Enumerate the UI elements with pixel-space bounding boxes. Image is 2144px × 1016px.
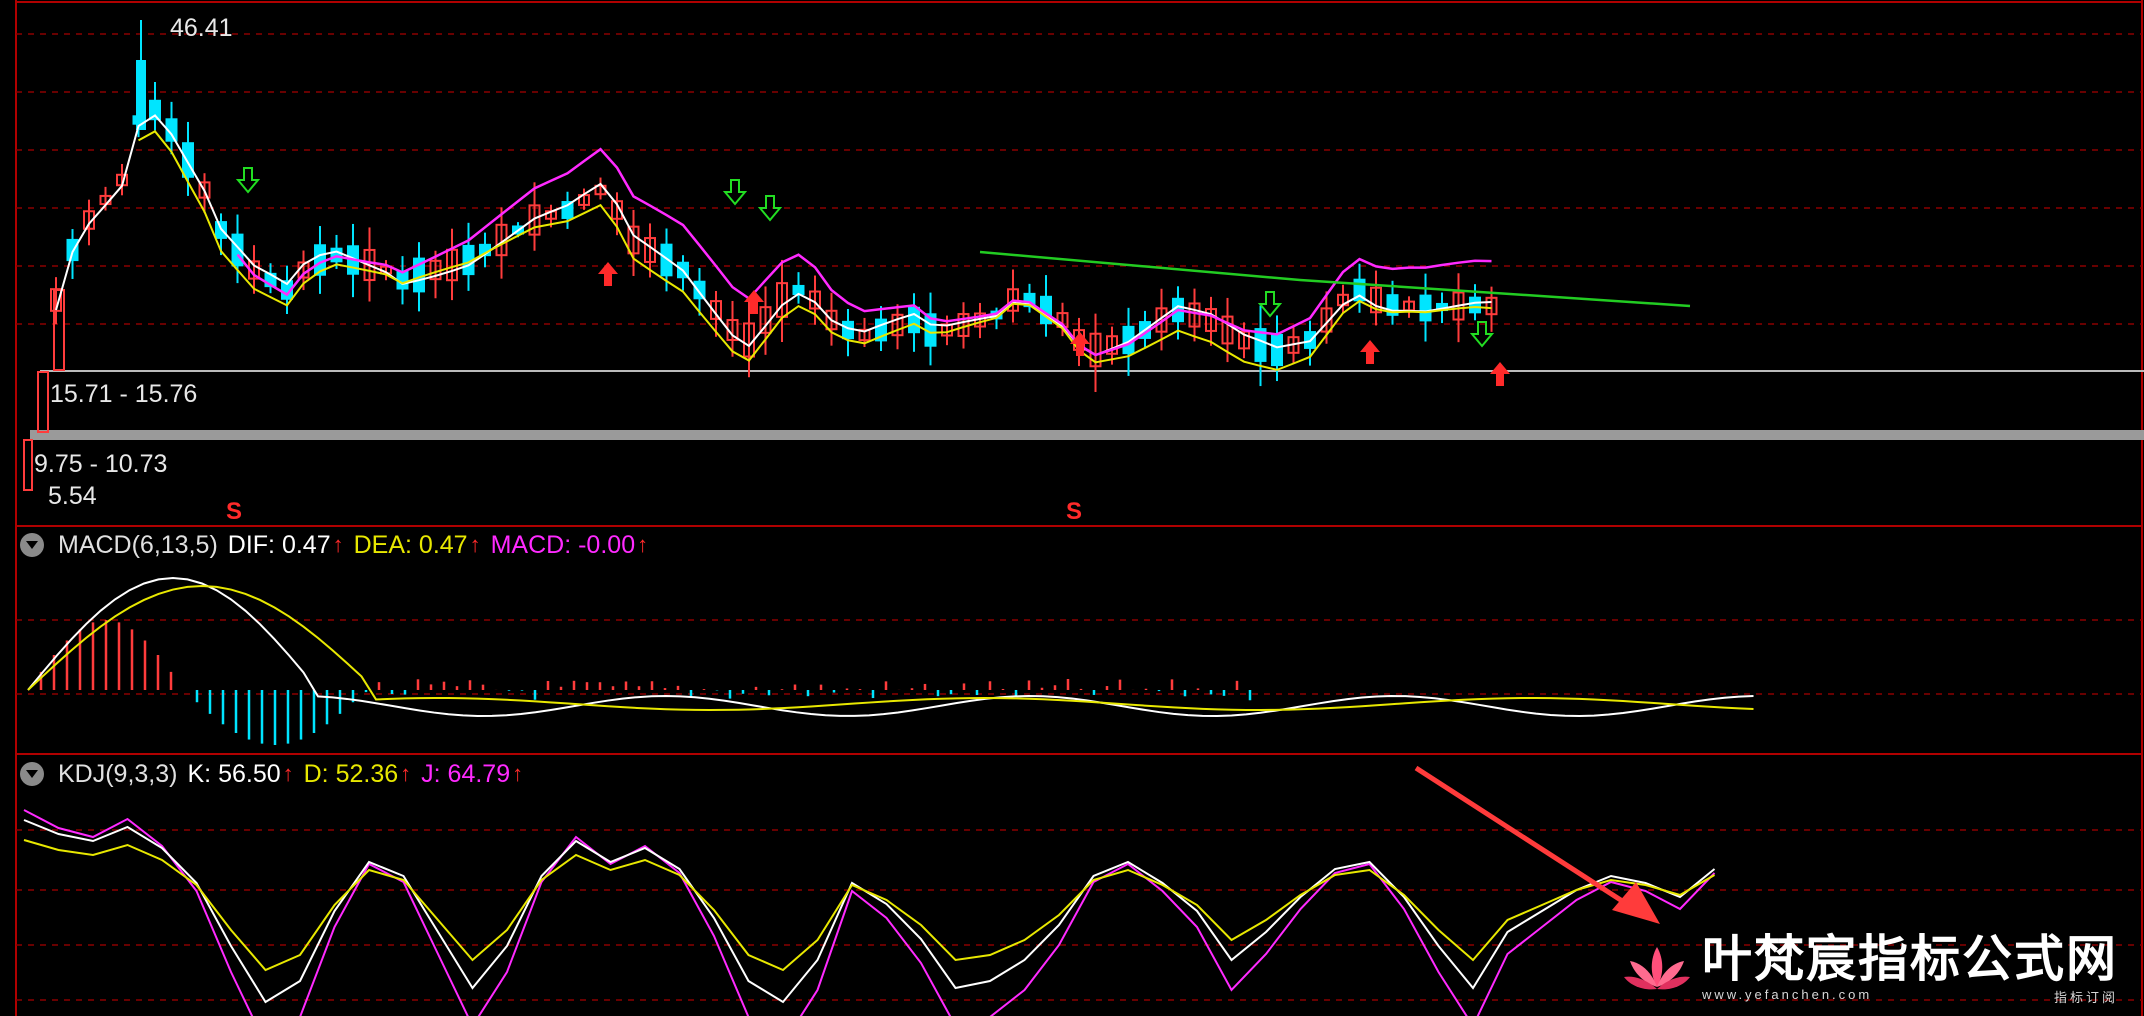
up-arrow-icon: ↑ [512, 761, 524, 786]
sell-arrow-icon [235, 167, 261, 194]
lotus-logo-icon [1624, 946, 1690, 989]
candle-body [37, 371, 49, 433]
k-value: K: 56.50 ↑ [187, 759, 294, 788]
candle-body [23, 439, 33, 491]
kdj-header: KDJ(9,3,3) K: 56.50 ↑ D: 52.36 ↑ J: 64.79 ↑ [20, 757, 523, 791]
range-upper-label: 15.71 - 15.76 [50, 380, 198, 408]
annotation-arrowhead-icon [1612, 882, 1660, 924]
j-value: J: 64.79 ↑ [421, 759, 524, 788]
watermark-site: www.yefanchen.com [1702, 987, 1873, 1002]
macd-value: MACD: -0.00 ↑ [490, 530, 649, 559]
up-arrow-icon: ↑ [282, 761, 294, 786]
candle-body [908, 306, 920, 334]
buy-arrow-icon [598, 262, 618, 286]
kdj-k-line [23, 819, 1716, 1004]
candle-body [1419, 294, 1432, 322]
signal-marker-s: S [1066, 498, 1083, 525]
watermark-title: 叶梵宸指标公式网 [1702, 930, 2118, 988]
candle-body [1271, 333, 1283, 367]
buy-arrow-icon [1360, 340, 1380, 364]
annotation-arrow [1414, 765, 1632, 909]
candle-body [1469, 296, 1481, 314]
buy-arrow-icon [1490, 362, 1510, 386]
up-arrow-icon: ↑ [400, 761, 412, 786]
macd-header: MACD(6,13,5) DIF: 0.47 ↑ DEA: 0.47 ↑ MACD:… [20, 528, 648, 562]
collapse-toggle-icon[interactable] [20, 762, 44, 786]
stock-chart-window: 46.41 15.71 - 15.76 9.75 - 10.73 5.54 S … [0, 0, 2144, 1016]
kdj-j-line [23, 809, 1716, 1016]
high-price-label: 46.41 [170, 14, 233, 42]
sell-arrow-icon [722, 179, 748, 206]
dea-value: DEA: 0.47 ↑ [353, 530, 481, 559]
kdj-name: KDJ(9,3,3) [58, 759, 178, 788]
candle-body [182, 142, 194, 178]
low-price-label: 5.54 [48, 482, 97, 510]
sell-arrow-icon [1257, 291, 1283, 318]
watermark-subtitle: 指标订阅 [2053, 990, 2118, 1005]
candle-body [842, 320, 854, 340]
d-value: D: 52.36 ↑ [303, 759, 412, 788]
collapse-toggle-icon[interactable] [20, 533, 44, 557]
dif-value: DIF: 0.47 ↑ [227, 530, 344, 559]
up-arrow-icon: ↑ [332, 532, 344, 557]
candle-body [396, 270, 409, 290]
up-arrow-icon: ↑ [469, 532, 481, 557]
ma-line-green [979, 250, 1691, 308]
range-band [30, 430, 2144, 440]
up-arrow-icon: ↑ [637, 532, 649, 557]
site-watermark: 叶梵宸指标公式网 www.yefanchen.com 指标订阅 [1622, 931, 2118, 1006]
range-lower-label: 9.75 - 10.73 [34, 450, 168, 478]
macd-name: MACD(6,13,5) [58, 530, 218, 559]
sell-arrow-icon [1469, 321, 1495, 348]
signal-marker-s: S [226, 498, 243, 525]
sell-arrow-icon [757, 195, 783, 222]
